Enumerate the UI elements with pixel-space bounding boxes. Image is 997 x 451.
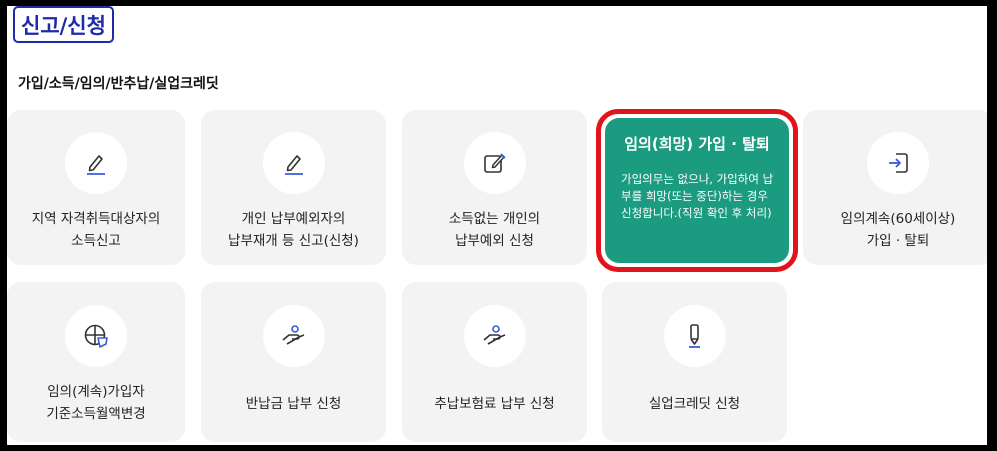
icon-circle xyxy=(867,132,929,194)
icon-circle xyxy=(262,132,325,194)
highlight-card-title: 임의(희망) 가입 · 탈퇴 xyxy=(624,135,770,153)
card-unemployment-credit-request[interactable]: 실업크레딧 신청 xyxy=(602,282,787,442)
card-label: 실업크레딧 신청 xyxy=(648,396,741,412)
card-label: 소득없는 개인의 납부예외 신청 xyxy=(448,211,541,249)
hand-coin-icon xyxy=(482,325,505,345)
card-label: 개인 납부예외자의 납부재개 등 신고(신청) xyxy=(228,211,359,249)
icon-circle xyxy=(663,305,726,367)
card-refund-payment-request[interactable]: 반납금 납부 신청 xyxy=(201,282,386,442)
card-payment-resume-report[interactable]: 개인 납부예외자의 납부재개 등 신고(신청) xyxy=(201,110,386,265)
icon-circle xyxy=(65,132,127,194)
icon-circle xyxy=(262,305,325,367)
card-label: 지역 자격취득대상자의 소득신고 xyxy=(31,211,161,249)
pie-chart-icon xyxy=(84,324,108,348)
pen-icon xyxy=(688,324,700,348)
card-standard-income-change[interactable]: 임의(계속)가입자 기준소득월액변경 xyxy=(7,282,185,442)
pencil-icon xyxy=(284,155,303,175)
section-title: 가입/소득/임의/반추납/실업크레딧 xyxy=(18,76,219,92)
page-title: 신고/신청 xyxy=(13,6,114,43)
card-regional-income-report[interactable]: 지역 자격취득대상자의 소득신고 xyxy=(7,110,185,265)
card-label: 추납보험료 납부 신청 xyxy=(434,396,555,412)
pencil-icon xyxy=(87,155,105,175)
page-title-text: 신고/신청 xyxy=(21,13,106,38)
hand-coin-icon xyxy=(281,325,304,345)
card-payment-exception-request[interactable]: 소득없는 개인의 납부예외 신청 xyxy=(402,110,587,265)
login-icon xyxy=(889,153,908,173)
card-label: 임의(계속)가입자 기준소득월액변경 xyxy=(46,384,146,422)
icon-circle xyxy=(65,305,127,367)
card-continued-voluntary-join[interactable]: 임의계속(60세이상) 가입 · 탈퇴 xyxy=(803,110,987,265)
edit-square-icon xyxy=(483,153,506,173)
highlight-card-body: 임의(희망) 가입 · 탈퇴 가입의무는 없으나, 가입하여 납부를 희망(또는… xyxy=(605,118,789,263)
icon-circle xyxy=(463,305,526,367)
card-label: 반납금 납부 신청 xyxy=(245,396,342,412)
card-late-premium-payment-request[interactable]: 추납보험료 납부 신청 xyxy=(402,282,587,442)
main-panel: 신고/신청 가입/소득/임의/반추납/실업크레딧 지역 자격취득대상자의 소득신… xyxy=(7,6,987,445)
card-voluntary-join-withdraw[interactable]: 임의(희망) 가입 · 탈퇴 가입의무는 없으나, 가입하여 납부를 희망(또는… xyxy=(596,109,798,272)
icon-circle xyxy=(463,132,526,194)
card-label: 임의계속(60세이상) 가입 · 탈퇴 xyxy=(840,211,956,249)
highlight-card-description: 가입의무는 없으나, 가입하여 납부를 희망(또는 중단)하는 경우 신청합니다… xyxy=(621,172,774,220)
